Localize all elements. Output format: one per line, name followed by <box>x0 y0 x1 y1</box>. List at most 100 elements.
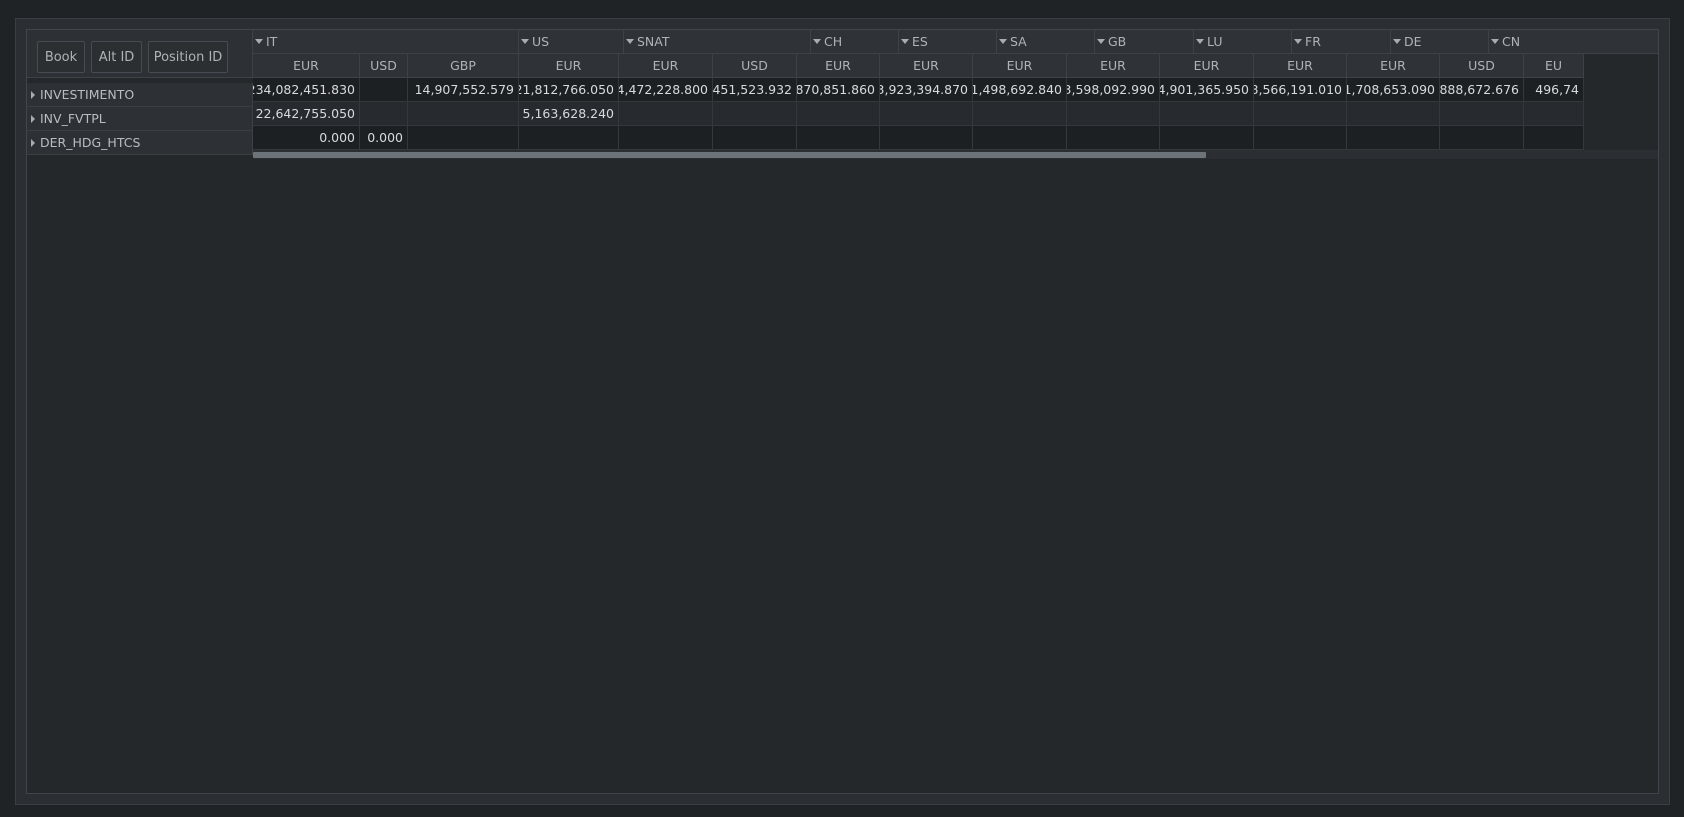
data-cell[interactable]: 496,74 <box>1524 78 1584 102</box>
data-cell[interactable] <box>880 102 973 126</box>
currency-header: EUR <box>253 54 360 78</box>
group-header-gb[interactable]: GB <box>1095 30 1194 54</box>
data-cell[interactable] <box>1524 126 1584 150</box>
data-cell[interactable]: 0.000 <box>253 126 360 150</box>
data-cell[interactable] <box>1524 102 1584 126</box>
row-header-area: Book Alt ID Position ID <box>27 30 253 78</box>
row-label-investimento[interactable]: INVESTIMENTO <box>27 83 253 107</box>
data-cell[interactable]: 5,163,628.240 <box>519 102 619 126</box>
group-label: LU <box>1207 34 1223 49</box>
dropdown-icon[interactable] <box>1294 39 1302 44</box>
data-cell[interactable] <box>1440 102 1524 126</box>
currency-header: EUR <box>619 54 713 78</box>
data-cell[interactable] <box>1347 102 1440 126</box>
data-grid: IT US SNAT CH ES SA GB LU FR DE CN EUR 2… <box>253 30 1658 160</box>
group-label: IT <box>266 34 278 49</box>
currency-header: EUR <box>1347 54 1440 78</box>
row-label-der-hdg-htcs[interactable]: DER_HDG_HTCS <box>27 131 253 155</box>
horizontal-scrollbar[interactable] <box>253 150 1658 159</box>
data-cell[interactable] <box>1160 102 1254 126</box>
data-cell[interactable] <box>973 126 1067 150</box>
data-cell[interactable]: 21,812,766.050 <box>519 78 619 102</box>
currency-header: USD <box>360 54 408 78</box>
group-header-fr[interactable]: FR <box>1292 30 1391 54</box>
dropdown-icon[interactable] <box>813 39 821 44</box>
data-cell[interactable] <box>1440 126 1524 150</box>
group-header-de[interactable]: DE <box>1391 30 1489 54</box>
group-header-lu[interactable]: LU <box>1194 30 1292 54</box>
group-header-ch[interactable]: CH <box>811 30 899 54</box>
data-cell[interactable]: 3,598,092.990 <box>1067 78 1160 102</box>
currency-header: EUR <box>1254 54 1347 78</box>
group-header-es[interactable]: ES <box>899 30 997 54</box>
data-cell[interactable]: 8,566,191.010 <box>1254 78 1347 102</box>
position-id-button[interactable]: Position ID <box>148 41 228 73</box>
group-label: ES <box>912 34 928 49</box>
group-label: SA <box>1010 34 1027 49</box>
data-cell[interactable] <box>880 126 973 150</box>
data-cell[interactable] <box>1067 102 1160 126</box>
dropdown-icon[interactable] <box>1097 39 1105 44</box>
group-header-us[interactable]: US <box>519 30 624 54</box>
row-label-text: DER_HDG_HTCS <box>40 135 141 150</box>
dropdown-icon[interactable] <box>521 39 529 44</box>
data-cell[interactable] <box>360 102 408 126</box>
data-cell[interactable]: 22,642,755.050 <box>253 102 360 126</box>
dropdown-icon[interactable] <box>1491 39 1499 44</box>
book-button[interactable]: Book <box>37 41 85 73</box>
data-cell[interactable] <box>408 126 519 150</box>
group-label: CH <box>824 34 843 49</box>
data-cell[interactable]: 14,907,552.579 <box>408 78 519 102</box>
dropdown-icon[interactable] <box>1393 39 1401 44</box>
dropdown-icon[interactable] <box>255 39 263 44</box>
data-cell[interactable] <box>1254 126 1347 150</box>
data-cell[interactable] <box>1254 102 1347 126</box>
data-cell[interactable] <box>1160 126 1254 150</box>
data-cell[interactable]: 3,923,394.870 <box>880 78 973 102</box>
data-cell[interactable] <box>619 126 713 150</box>
data-cell[interactable] <box>797 126 880 150</box>
row-label-inv-fvtpl[interactable]: INV_FVTPL <box>27 107 253 131</box>
data-cell[interactable]: 870,851.860 <box>797 78 880 102</box>
data-cell[interactable]: 451,523.932 <box>713 78 797 102</box>
dropdown-icon[interactable] <box>626 39 634 44</box>
dropdown-icon[interactable] <box>1196 39 1204 44</box>
row-label-text: INVESTIMENTO <box>40 87 135 102</box>
data-cell[interactable]: 1,708,653.090 <box>1347 78 1440 102</box>
expand-icon[interactable] <box>31 90 35 99</box>
group-header-cn[interactable]: CN <box>1489 30 1658 54</box>
data-cell[interactable]: 4,901,365.950 <box>1160 78 1254 102</box>
data-cell[interactable] <box>360 78 408 102</box>
data-cell[interactable] <box>713 102 797 126</box>
data-cell[interactable] <box>1347 126 1440 150</box>
data-cell[interactable] <box>797 102 880 126</box>
currency-header: USD <box>1440 54 1524 78</box>
group-label: CN <box>1502 34 1521 49</box>
data-cell[interactable] <box>973 102 1067 126</box>
dropdown-icon[interactable] <box>999 39 1007 44</box>
data-cell[interactable]: 888,672.676 <box>1440 78 1524 102</box>
row-label-text: INV_FVTPL <box>40 111 106 126</box>
data-cell[interactable] <box>1067 126 1160 150</box>
currency-header: EU <box>1524 54 1584 78</box>
currency-header: GBP <box>408 54 519 78</box>
data-cell[interactable] <box>619 102 713 126</box>
data-cell[interactable] <box>713 126 797 150</box>
expand-icon[interactable] <box>31 114 35 123</box>
group-header-it[interactable]: IT <box>253 30 519 54</box>
group-label: GB <box>1108 34 1127 49</box>
group-header-sa[interactable]: SA <box>997 30 1095 54</box>
data-cell[interactable]: 234,082,451.830 <box>253 78 360 102</box>
alt-id-button[interactable]: Alt ID <box>91 41 142 73</box>
scrollbar-thumb[interactable] <box>253 152 1206 158</box>
group-header-snat[interactable]: SNAT <box>624 30 811 54</box>
data-cell[interactable] <box>519 126 619 150</box>
data-cell[interactable] <box>408 102 519 126</box>
data-cell[interactable]: 0.000 <box>360 126 408 150</box>
data-cell[interactable]: 1,498,692.840 <box>973 78 1067 102</box>
data-cell[interactable]: 4,472,228.800 <box>619 78 713 102</box>
pivot-table: Book Alt ID Position ID INVESTIMENTO INV… <box>26 29 1659 794</box>
dropdown-icon[interactable] <box>901 39 909 44</box>
expand-icon[interactable] <box>31 138 35 147</box>
group-label: US <box>532 34 550 49</box>
